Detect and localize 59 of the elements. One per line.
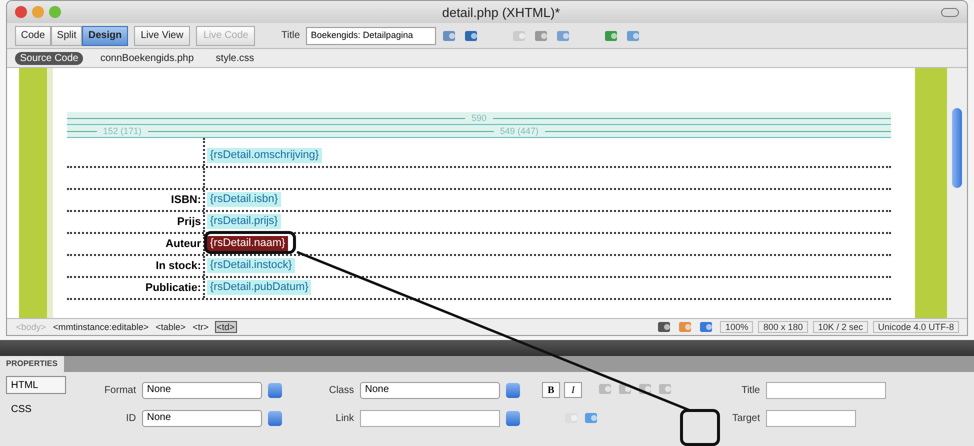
id-label: ID bbox=[125, 412, 136, 424]
target-select[interactable] bbox=[766, 410, 856, 426]
mode-button[interactable]: CSS bbox=[6, 400, 66, 418]
format-label: Format bbox=[103, 384, 136, 396]
width-label: 152 (171) bbox=[103, 126, 142, 136]
class-label: Class bbox=[328, 384, 354, 396]
minimize-button[interactable] bbox=[32, 6, 44, 18]
encoding: Unicode 4.0 UTF-8 bbox=[872, 321, 959, 333]
properties-tab[interactable]: PROPERTIES bbox=[0, 356, 64, 372]
field-label: ISBN: bbox=[67, 190, 205, 210]
dynamic-text[interactable]: {rsDetail.isbn} bbox=[207, 192, 281, 207]
highlight-frame bbox=[680, 409, 720, 446]
italic-button[interactable]: I bbox=[564, 382, 582, 398]
scrollbar[interactable] bbox=[947, 68, 967, 318]
link-field[interactable] bbox=[360, 410, 500, 426]
title-field[interactable] bbox=[766, 382, 886, 398]
link-label: Link bbox=[334, 412, 354, 424]
dynamic-text[interactable]: {rsDetail.pubDatum} bbox=[207, 280, 312, 295]
view-button[interactable]: Code bbox=[15, 26, 51, 46]
stepper-icon[interactable] bbox=[268, 410, 282, 426]
title-field[interactable]: Boekengids: Detailpagina bbox=[306, 26, 436, 44]
width-label: 590 bbox=[471, 113, 487, 123]
stepper-icon[interactable] bbox=[506, 382, 520, 398]
field-label: In stock: bbox=[67, 256, 205, 276]
live-view-button[interactable]: Live View bbox=[134, 26, 190, 46]
download-time: 10K / 2 sec bbox=[812, 321, 868, 333]
field-label: Prijs bbox=[67, 212, 205, 232]
tag-selector[interactable]: <table> bbox=[154, 322, 187, 332]
dynamic-text[interactable]: {rsDetail.naam} bbox=[207, 236, 288, 251]
title-label: Title bbox=[740, 384, 760, 396]
tag-selector[interactable]: <mmtinstance:editable> bbox=[52, 322, 150, 332]
view-button[interactable]: Design bbox=[82, 26, 128, 46]
toolbar-toggle-button[interactable] bbox=[941, 8, 959, 16]
target-label: Target bbox=[731, 412, 760, 424]
class-select[interactable]: None bbox=[360, 382, 500, 398]
close-button[interactable] bbox=[15, 6, 27, 18]
related-file-tab[interactable]: style.css bbox=[210, 52, 260, 64]
related-file-tab[interactable]: Source Code bbox=[15, 52, 84, 64]
dynamic-text[interactable]: {rsDetail.omschrijving} bbox=[207, 148, 322, 163]
tag-selector[interactable]: <tr> bbox=[192, 322, 210, 332]
id-select[interactable]: None bbox=[142, 410, 262, 426]
window-title: detail.php (XHTML)* bbox=[441, 4, 561, 20]
format-select[interactable]: None bbox=[142, 382, 262, 398]
window-size[interactable]: 800 x 180 bbox=[758, 321, 808, 333]
stepper-icon[interactable] bbox=[268, 382, 282, 398]
field-label: Auteur bbox=[67, 234, 205, 254]
zoom-button[interactable] bbox=[49, 6, 61, 18]
stepper-icon[interactable] bbox=[506, 410, 520, 426]
bold-button[interactable]: B bbox=[542, 382, 560, 398]
title-label: Title bbox=[281, 30, 300, 41]
field-label: Publicatie: bbox=[67, 278, 205, 298]
related-file-tab[interactable]: connBoekengids.php bbox=[95, 52, 199, 64]
tag-selector[interactable]: <td> bbox=[214, 321, 237, 333]
dynamic-text[interactable]: {rsDetail.prijs} bbox=[207, 214, 281, 229]
zoom-field[interactable]: 100% bbox=[720, 321, 754, 333]
mode-button[interactable]: HTML bbox=[6, 376, 66, 394]
width-label: 549 (447) bbox=[500, 126, 539, 136]
view-button[interactable]: Split bbox=[50, 26, 82, 46]
dynamic-text[interactable]: {rsDetail.instock} bbox=[207, 258, 295, 273]
